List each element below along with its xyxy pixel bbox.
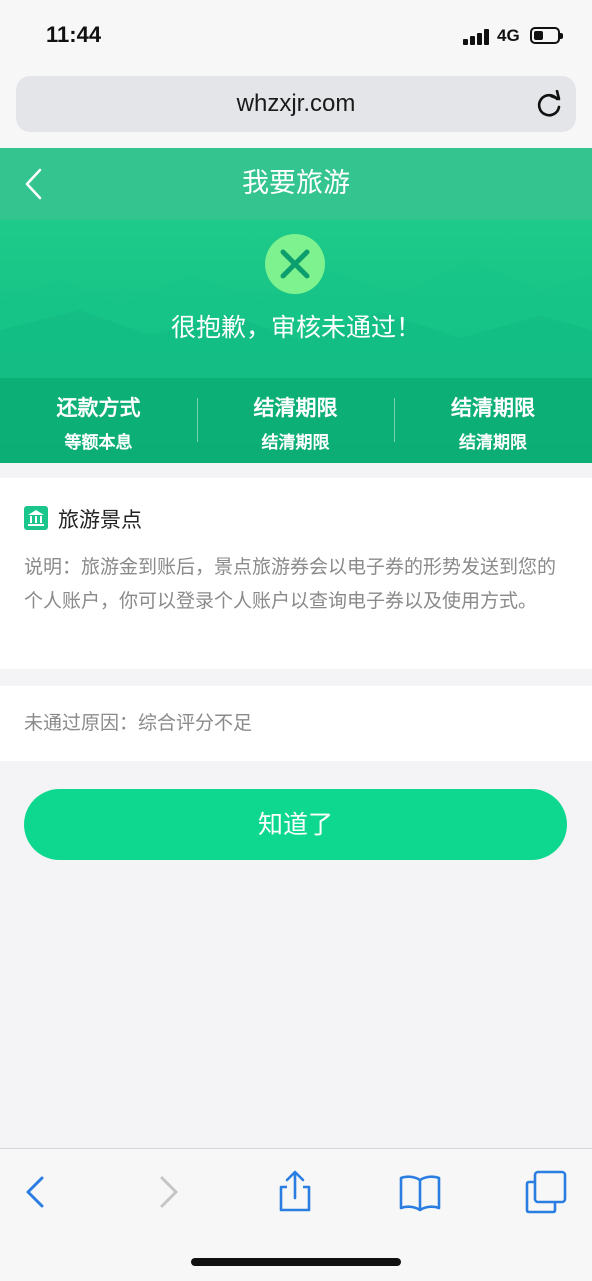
landmark-icon [24, 506, 48, 530]
close-circle-icon [265, 234, 325, 294]
info-repayment: 还款方式 等额本息 [0, 378, 197, 463]
result-message: 很抱歉，审核未通过！ [170, 313, 421, 342]
attraction-title: 旅游景点 [58, 508, 142, 532]
status-time: 11:44 [46, 22, 102, 47]
info-label: 还款方式 [56, 396, 141, 420]
reject-reason: 未通过原因：综合评分不足 [24, 712, 253, 734]
info-label: 结清期限 [253, 396, 338, 420]
page-title: 我要旅游 [242, 168, 350, 199]
info-term: 结清期限 结清期限 [197, 378, 394, 463]
bookmarks-icon[interactable] [398, 1170, 442, 1214]
home-indicator [191, 1258, 401, 1266]
network-label: 4G [497, 26, 520, 45]
info-value: 结清期限 [261, 433, 330, 453]
battery-icon [530, 27, 563, 44]
signal-icon [463, 29, 491, 45]
browser-forward-icon[interactable] [146, 1170, 190, 1214]
info-value: 结清期限 [459, 433, 527, 453]
reload-icon[interactable] [535, 90, 563, 120]
attraction-description: 说明：旅游金到账后，景点旅游券会以电子券的形势发送到您的个人账户，你可以登录个人… [24, 556, 557, 612]
tabs-icon[interactable] [523, 1170, 567, 1214]
acknowledge-button[interactable]: 知道了 [24, 789, 567, 860]
browser-back-icon[interactable] [14, 1170, 58, 1214]
share-icon[interactable] [273, 1170, 317, 1214]
info-label: 结清期限 [451, 396, 535, 420]
info-term-2: 结清期限 结清期限 [394, 378, 592, 463]
url-text[interactable]: whzxjr.com [16, 76, 576, 132]
info-value: 等额本息 [64, 433, 133, 453]
